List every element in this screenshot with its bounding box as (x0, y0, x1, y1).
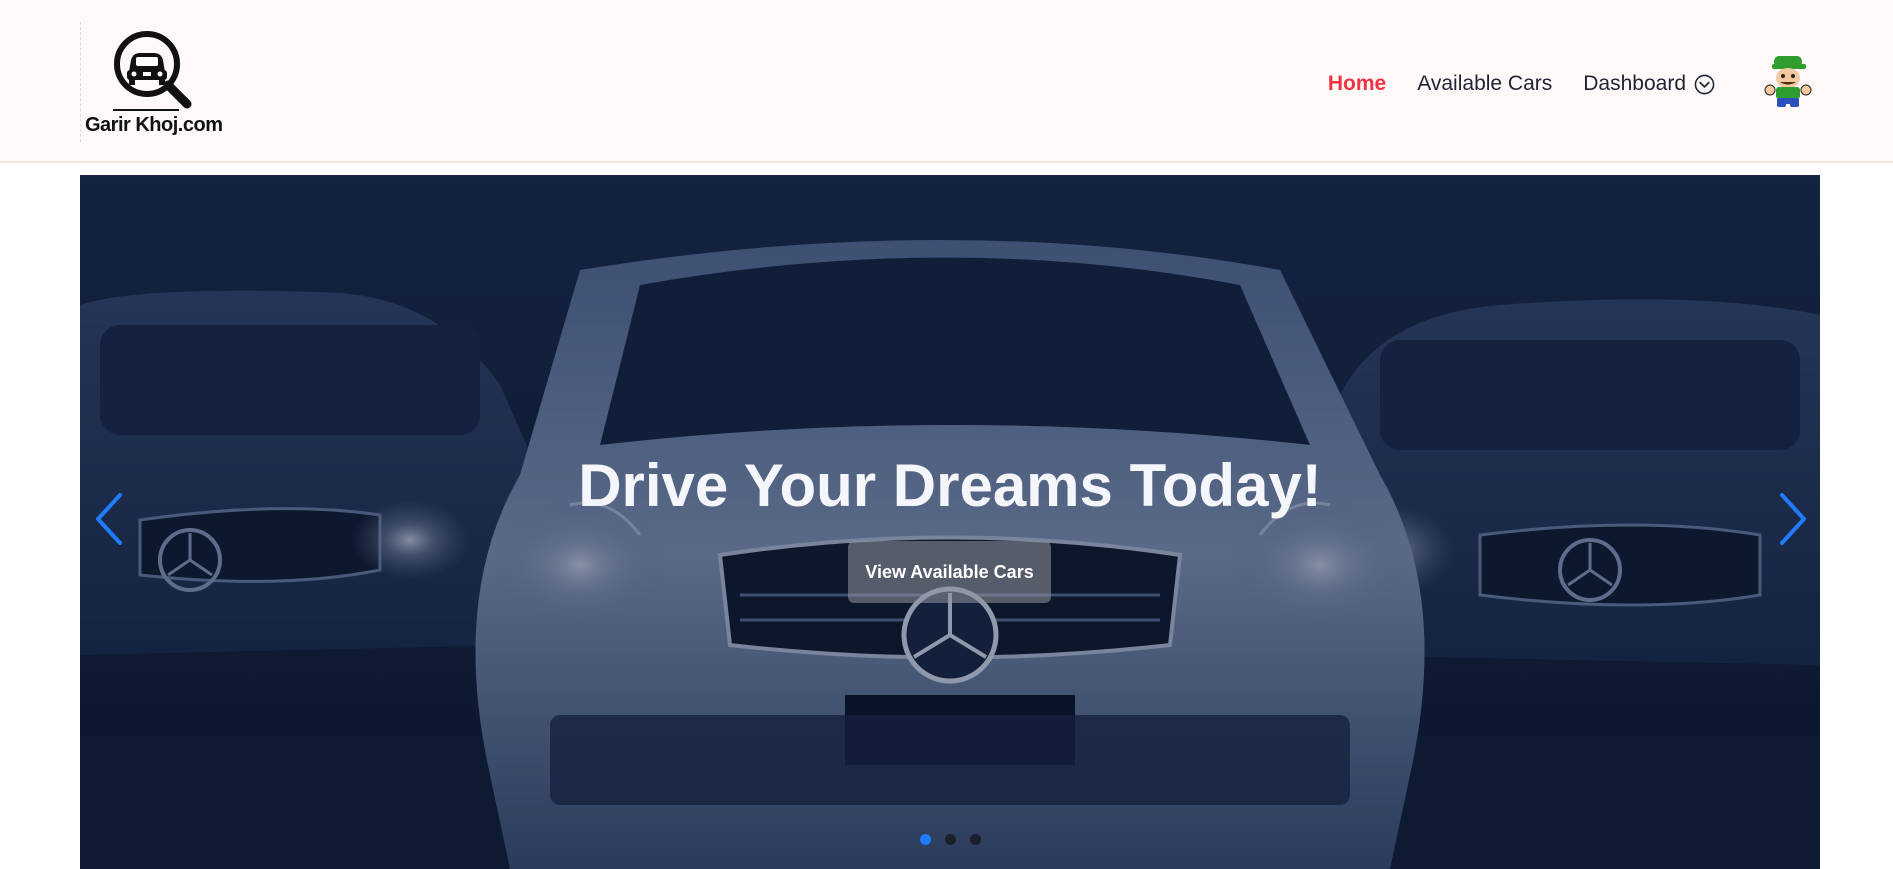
nav-dropdown-dashboard[interactable]: Dashboard (1583, 72, 1715, 96)
chevron-left-icon[interactable] (90, 489, 130, 549)
brand-logo-link[interactable]: Garir Khoj.com (80, 22, 223, 142)
nav-dashboard-label: Dashboard (1583, 72, 1686, 95)
brand-name: Garir Khoj.com (85, 114, 223, 136)
carousel-dot-2[interactable] (945, 834, 956, 845)
nav-link-available-cars[interactable]: Available Cars (1417, 72, 1552, 96)
hero-carousel: Drive Your Dreams Today! View Available … (80, 175, 1820, 869)
view-available-cars-button[interactable]: View Available Cars (848, 541, 1051, 603)
hero-overlay (80, 175, 1820, 869)
navbar: Garir Khoj.com Home Available Cars Dashb… (0, 0, 1893, 163)
nav-link-home[interactable]: Home (1328, 72, 1386, 96)
carousel-indicators (920, 834, 981, 845)
main-nav: Home Available Cars Dashboard (1328, 70, 1715, 98)
car-search-logo-icon (113, 31, 192, 111)
carousel-dot-3[interactable] (970, 834, 981, 845)
cartoon-avatar-icon[interactable] (1762, 54, 1814, 108)
carousel-dot-1[interactable] (920, 834, 931, 845)
hero-title: Drive Your Dreams Today! (578, 452, 1322, 519)
chevron-down-circle-icon (1694, 74, 1715, 94)
chevron-right-icon[interactable] (1772, 489, 1812, 549)
